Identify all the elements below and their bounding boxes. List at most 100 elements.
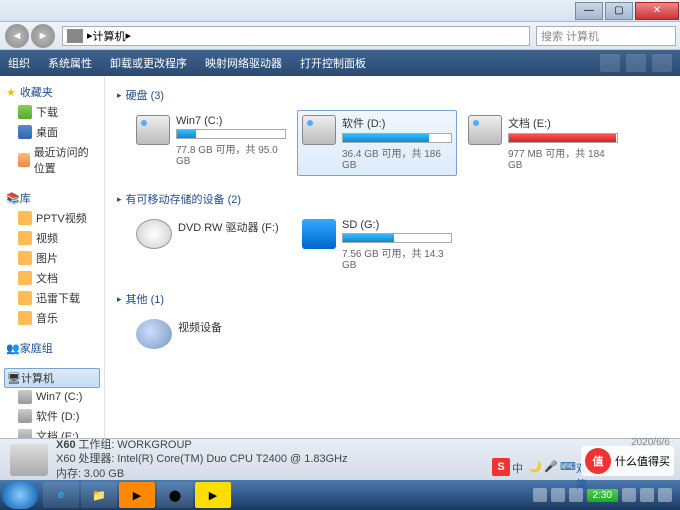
ime-mode[interactable]: 中 <box>512 460 526 474</box>
drive-item[interactable]: 软件 (D:) 36.4 GB 可用，共 186 GB <box>297 110 457 176</box>
drive-name: 软件 (D:) <box>342 115 452 131</box>
ime-icon[interactable]: 🌙 <box>528 460 542 474</box>
back-button[interactable]: ◄ <box>5 24 29 48</box>
drive-item[interactable]: SD (G:)7.56 GB 可用，共 14.3 GB <box>297 214 457 276</box>
ime-icon[interactable]: 🎤 <box>544 460 558 474</box>
section-hdd[interactable]: 硬盘 (3) <box>117 84 668 106</box>
star-icon: ★ <box>6 86 16 99</box>
drive-name: 视频设备 <box>178 319 286 335</box>
toolbar: 组织 系统属性 卸载或更改程序 映射网络驱动器 打开控制面板 <box>0 50 680 76</box>
uninstall-button[interactable]: 卸载或更改程序 <box>110 55 187 71</box>
drive-name: SD (G:) <box>342 219 452 231</box>
taskbar-ie[interactable]: e <box>43 482 79 508</box>
favorites-header[interactable]: ★收藏夹 <box>4 82 100 102</box>
taskbar-media[interactable]: ▶ <box>119 482 155 508</box>
tray-volume-icon[interactable] <box>658 488 672 502</box>
ime-bar: S 中 🌙 🎤 ⌨ 双简 <box>492 458 590 476</box>
taskbar-explorer[interactable]: 📁 <box>81 482 117 508</box>
sidebar-item-video[interactable]: 视频 <box>4 228 100 248</box>
drive-stats: 77.8 GB 可用，共 95.0 GB <box>176 141 286 167</box>
organize-button[interactable]: 组织 <box>8 55 30 71</box>
close-button[interactable]: ✕ <box>635 2 679 20</box>
view-button[interactable] <box>600 54 620 72</box>
minimize-button[interactable]: — <box>575 2 603 20</box>
tray-icon[interactable] <box>551 488 565 502</box>
nav-bar: ◄ ► ▸ 计算机 ▸ 搜索 计算机 <box>0 22 680 50</box>
tray-icon[interactable] <box>533 488 547 502</box>
homegroup-header[interactable]: 👥 家庭组 <box>4 338 100 358</box>
search-input[interactable]: 搜索 计算机 <box>536 26 676 46</box>
start-button[interactable] <box>2 481 38 509</box>
drive-icon <box>302 219 336 249</box>
sidebar-item-pictures[interactable]: 图片 <box>4 248 100 268</box>
drive-icon <box>468 115 502 145</box>
sidebar-item-music[interactable]: 音乐 <box>4 308 100 328</box>
maximize-button[interactable]: ▢ <box>605 2 633 20</box>
sidebar-drive-c[interactable]: Win7 (C:) <box>4 388 100 406</box>
address-bar[interactable]: ▸ 计算机 ▸ <box>62 26 530 46</box>
window-controls: — ▢ ✕ <box>574 1 680 21</box>
preview-button[interactable] <box>626 54 646 72</box>
clock[interactable]: 2:30 <box>587 489 618 502</box>
drive-icon <box>136 115 170 145</box>
usage-bar <box>342 233 452 243</box>
taskbar-chrome[interactable]: ⬤ <box>157 482 193 508</box>
drive-icon <box>18 390 32 404</box>
tray-icon[interactable] <box>640 488 654 502</box>
folder-icon <box>18 291 32 305</box>
sidebar-item-pptv[interactable]: PPTV视频 <box>4 208 100 228</box>
status-text: X60 工作组: WORKGROUP X60 处理器: Intel(R) Cor… <box>56 438 348 481</box>
drive-item[interactable]: 文档 (E:) 977 MB 可用，共 184 GB <box>463 110 623 176</box>
section-other[interactable]: 其他 (1) <box>117 288 668 310</box>
folder-icon <box>18 211 32 225</box>
drive-icon <box>136 219 172 249</box>
drive-name: 文档 (E:) <box>508 115 618 131</box>
folder-icon <box>18 251 32 265</box>
tray-icon[interactable] <box>622 488 636 502</box>
taskbar-player[interactable]: ▶ <box>195 482 231 508</box>
libraries-header[interactable]: 📚 库 <box>4 188 100 208</box>
sidebar-item-recent[interactable]: 最近访问的位置 <box>4 142 100 178</box>
help-button[interactable] <box>652 54 672 72</box>
folder-icon <box>18 311 32 325</box>
watermark-text: 什么值得买 <box>615 453 670 469</box>
properties-button[interactable]: 系统属性 <box>48 55 92 71</box>
sidebar-item-downloads[interactable]: 下载 <box>4 102 100 122</box>
title-bar: — ▢ ✕ <box>0 0 680 22</box>
computer-large-icon <box>10 444 48 476</box>
sidebar-item-documents[interactable]: 文档 <box>4 268 100 288</box>
watermark-logo: 值 <box>585 448 611 474</box>
sidebar-drive-e[interactable]: 文档 (E:) <box>4 426 100 438</box>
map-drive-button[interactable]: 映射网络驱动器 <box>205 55 282 71</box>
content-pane: 硬盘 (3) Win7 (C:) 77.8 GB 可用，共 95.0 GB 软件 (… <box>105 76 680 438</box>
watermark: 值 什么值得买 <box>581 446 674 476</box>
main-area: ★收藏夹 下载 桌面 最近访问的位置 📚 库 PPTV视频 视频 图片 文档 迅… <box>0 76 680 438</box>
system-tray: 2:30 <box>533 488 678 502</box>
drive-icon <box>18 429 32 438</box>
drive-stats: 36.4 GB 可用，共 186 GB <box>342 145 452 171</box>
forward-button[interactable]: ► <box>31 24 55 48</box>
control-panel-button[interactable]: 打开控制面板 <box>300 55 366 71</box>
folder-icon <box>18 271 32 285</box>
drive-item[interactable]: DVD RW 驱动器 (F:) <box>131 214 291 276</box>
drive-item[interactable]: Win7 (C:) 77.8 GB 可用，共 95.0 GB <box>131 110 291 176</box>
section-removable[interactable]: 有可移动存储的设备 (2) <box>117 188 668 210</box>
recent-icon <box>18 153 30 167</box>
sidebar-item-desktop[interactable]: 桌面 <box>4 122 100 142</box>
drive-icon <box>18 409 32 423</box>
sidebar-item-xunlei[interactable]: 迅雷下载 <box>4 288 100 308</box>
sidebar: ★收藏夹 下载 桌面 最近访问的位置 📚 库 PPTV视频 视频 图片 文档 迅… <box>0 76 105 438</box>
sidebar-drive-d[interactable]: 软件 (D:) <box>4 406 100 426</box>
folder-icon <box>18 231 32 245</box>
drive-stats: 977 MB 可用，共 184 GB <box>508 145 618 171</box>
usage-bar <box>342 133 452 143</box>
drive-icon <box>302 115 336 145</box>
ime-icon[interactable]: ⌨ <box>560 460 574 474</box>
breadcrumb-sep: ▸ <box>126 29 132 42</box>
drive-name: Win7 (C:) <box>176 115 286 127</box>
drive-item[interactable]: 视频设备 <box>131 314 291 354</box>
usage-bar <box>176 129 286 139</box>
computer-header[interactable]: 🖥 计算机 <box>4 368 100 388</box>
ime-logo[interactable]: S <box>492 458 510 476</box>
address-text: 计算机 <box>93 28 126 44</box>
